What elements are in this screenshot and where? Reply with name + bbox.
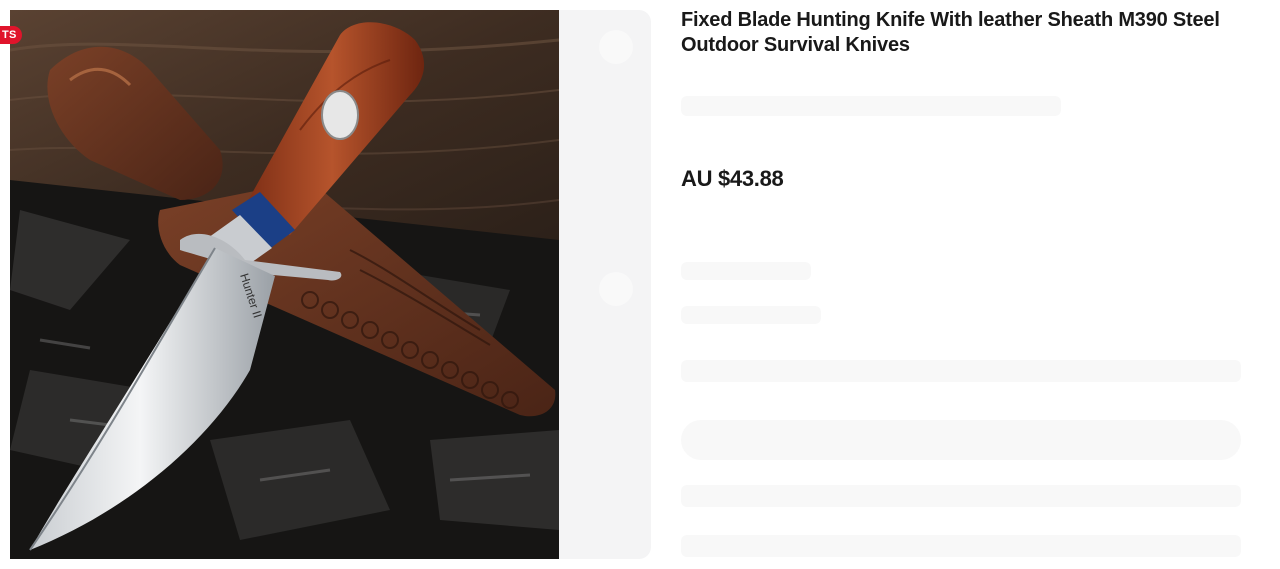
faded-seller-info [681, 96, 1061, 116]
promo-badge: TS [0, 26, 22, 44]
faded-button [681, 420, 1241, 460]
product-image[interactable]: Hunter II [10, 10, 559, 559]
product-image-gallery[interactable]: Hunter II [10, 10, 651, 559]
faded-row [681, 360, 1241, 382]
gallery-control[interactable] [599, 30, 633, 64]
faded-row [681, 306, 821, 324]
product-details: Fixed Blade Hunting Knife With leather S… [681, 8, 1271, 191]
faded-row [681, 485, 1241, 507]
product-title: Fixed Blade Hunting Knife With leather S… [681, 9, 1220, 56]
product-price: AU $43.88 [681, 166, 784, 191]
faded-row [681, 262, 811, 280]
faded-row [681, 535, 1241, 557]
gallery-next-button[interactable] [599, 272, 633, 306]
